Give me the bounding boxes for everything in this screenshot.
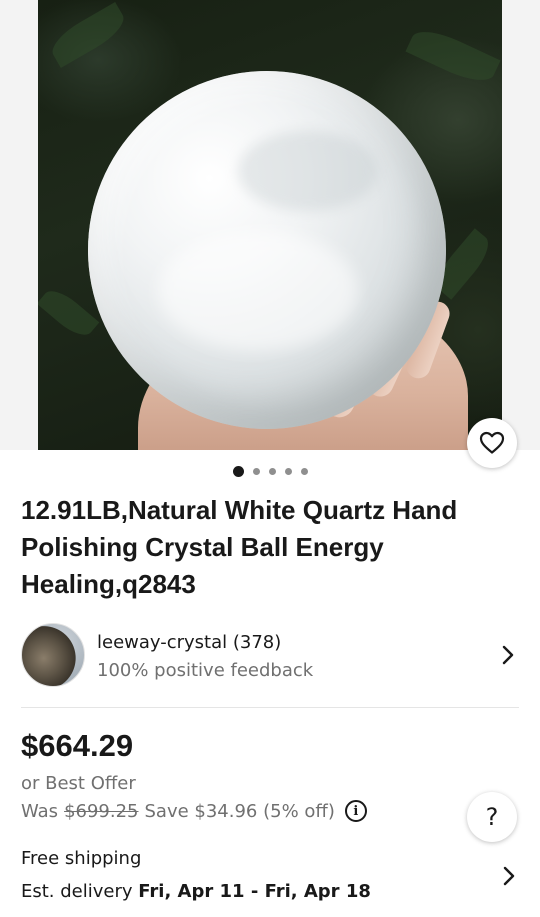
background-foliage (38, 283, 100, 343)
seller-feedback: 100% positive feedback (97, 660, 314, 681)
carousel-dot-5[interactable] (300, 468, 308, 475)
seller-name: leeway-crystal (378) (97, 632, 282, 653)
carousel-dot-2[interactable] (252, 468, 260, 475)
delivery-label: Est. delivery (21, 881, 139, 902)
seller-row[interactable]: leeway-crystal (378) 100% positive feedb… (21, 623, 519, 687)
crystal-ball (88, 71, 446, 429)
delivery-dates: Fri, Apr 11 - Fri, Apr 18 (138, 881, 371, 902)
price: $664.29 (21, 728, 134, 763)
savings-text: Save $34.96 (5% off) (144, 800, 335, 822)
image-gallery[interactable] (0, 0, 540, 468)
carousel-dot-4[interactable] (284, 468, 292, 475)
best-offer-label: or Best Offer (21, 773, 136, 794)
carousel-dot-3[interactable] (268, 468, 276, 475)
favorite-button[interactable] (467, 418, 517, 468)
was-price-row: Was $699.25 Save $34.96 (5% off) i (21, 800, 367, 822)
crystal-inclusion (238, 131, 378, 211)
chevron-right-icon (502, 645, 514, 665)
was-label: Was (21, 800, 59, 822)
background-foliage (45, 2, 131, 68)
help-button[interactable]: ? (467, 792, 517, 842)
product-photo[interactable] (38, 0, 502, 450)
estimated-delivery[interactable]: Est. delivery Fri, Apr 11 - Fri, Apr 18 (21, 881, 371, 902)
listing-title: 12.91LB,Natural White Quartz Hand Polish… (21, 495, 458, 599)
original-price: $699.25 (64, 800, 139, 822)
heart-outline-icon (479, 431, 505, 454)
seller-avatar (21, 623, 85, 687)
carousel-dot-1[interactable] (232, 466, 244, 477)
carousel-pagination (0, 466, 540, 477)
info-icon[interactable]: i (344, 800, 367, 822)
divider (21, 707, 519, 708)
shipping-label: Free shipping (21, 848, 142, 869)
chevron-right-icon[interactable] (502, 866, 516, 886)
crystal-inclusion (158, 231, 358, 351)
background-foliage (405, 22, 501, 90)
